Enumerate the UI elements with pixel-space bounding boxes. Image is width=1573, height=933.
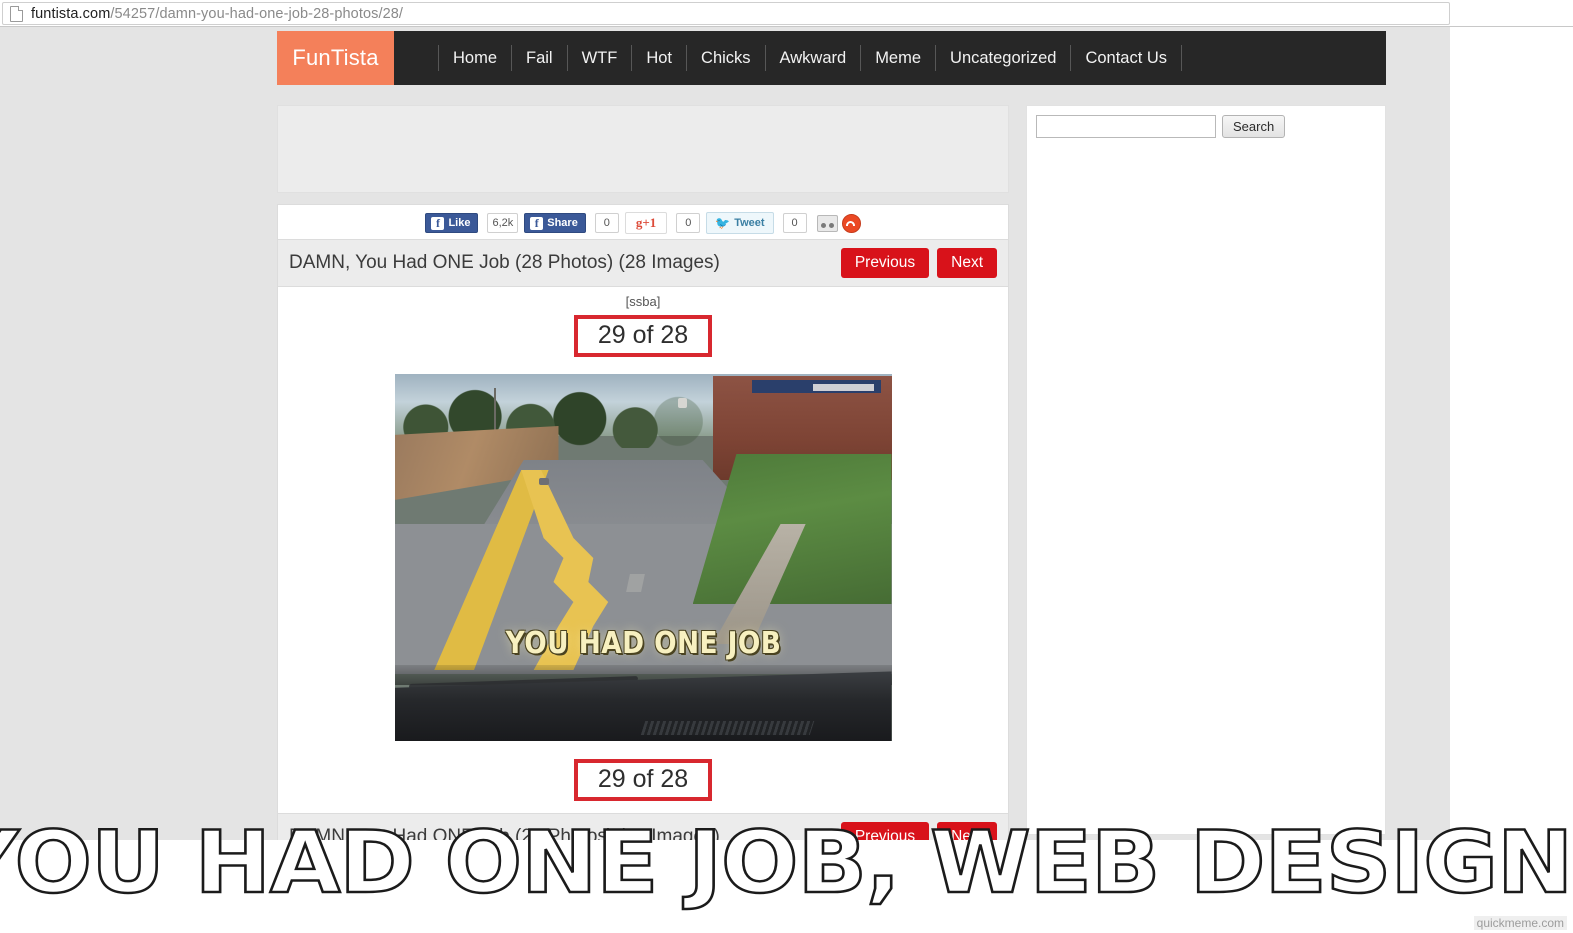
site-logo[interactable]: FunTista <box>277 31 394 85</box>
nav-item-hot[interactable]: Hot <box>632 45 688 71</box>
photo-distant-car <box>538 478 549 485</box>
google-plus-one-label: +1 <box>642 215 657 230</box>
search-input[interactable] <box>1036 115 1216 138</box>
nav-item-meme[interactable]: Meme <box>861 45 937 71</box>
facebook-share-count: 0 <box>594 213 619 233</box>
ad-placeholder <box>277 105 1009 193</box>
pagination-buttons: Previous Next <box>840 248 997 278</box>
quickmeme-watermark: quickmeme.com <box>1473 916 1567 930</box>
article-body: [ssba] 29 of 28 YOU HAD ONE JOB 29 of 28 <box>278 286 1008 813</box>
tweet-button[interactable]: 🐦 Tweet <box>706 212 774 234</box>
previous-button[interactable]: Previous <box>840 248 930 278</box>
nav-item-chicks[interactable]: Chicks <box>687 45 766 71</box>
nav-item-awkward[interactable]: Awkward <box>766 45 862 71</box>
post-title-bar: DAMN, You Had ONE Job (28 Photos) (28 Im… <box>278 239 1008 286</box>
tweet-count: 0 <box>782 213 807 233</box>
nav-item-fail[interactable]: Fail <box>512 45 568 71</box>
social-share-bar: f Like 6,2k f Share 0 g +1 0 🐦 Tweet 0 <box>278 205 1008 239</box>
facebook-like-button[interactable]: f Like <box>425 213 479 233</box>
image-counter-top: 29 of 28 <box>573 315 713 357</box>
next-button[interactable]: Next <box>937 248 997 278</box>
share-more-icon[interactable] <box>816 214 838 232</box>
facebook-icon: f <box>431 216 445 230</box>
facebook-share-button[interactable]: f Share <box>524 213 586 233</box>
nav-item-home[interactable]: Home <box>438 45 513 71</box>
facebook-like-count: 6,2k <box>487 213 519 233</box>
url-bar[interactable]: funtista.com/54257/damn-you-had-one-job-… <box>2 2 1450 25</box>
nav-item-contact-us[interactable]: Contact Us <box>1071 45 1183 71</box>
ssba-shortcode-text: [ssba] <box>625 294 661 309</box>
stumbleupon-icon[interactable] <box>841 213 861 233</box>
post-image[interactable]: YOU HAD ONE JOB <box>394 374 892 741</box>
nav-item-wtf[interactable]: WTF <box>568 45 633 71</box>
page-title: DAMN, You Had ONE Job (28 Photos) (28 Im… <box>289 252 720 273</box>
url-domain: funtista.com <box>31 5 111 22</box>
search-widget: Search <box>1036 115 1376 138</box>
photo-road-sign <box>677 398 687 408</box>
photo-defroster-vent <box>640 721 815 735</box>
url-path: /54257/damn-you-had-one-job-28-photos/28… <box>110 5 404 22</box>
browser-viewport: FunTista Home Fail WTF Hot Chicks Awkwar… <box>0 27 1450 840</box>
extra-share-icons <box>816 213 861 233</box>
viewport-right-gutter <box>1386 27 1450 840</box>
image-counter-bottom-wrapper: 29 of 28 <box>278 751 1008 813</box>
page-right-white-area <box>1450 27 1573 840</box>
facebook-share-label: Share <box>547 217 578 229</box>
google-plus-one-button[interactable]: g +1 <box>624 212 668 234</box>
image-counter-bottom: 29 of 28 <box>573 759 713 801</box>
main-column: f Like 6,2k f Share 0 g +1 0 🐦 Tweet 0 D… <box>277 105 1009 840</box>
post-image-wrapper: YOU HAD ONE JOB <box>278 374 1008 751</box>
tweet-label: Tweet <box>734 217 765 229</box>
site-header: FunTista Home Fail WTF Hot Chicks Awkwar… <box>277 31 1386 85</box>
browser-chrome: funtista.com/54257/damn-you-had-one-job-… <box>0 0 1573 27</box>
facebook-like-label: Like <box>448 217 471 229</box>
facebook-icon: f <box>530 216 544 230</box>
article-panel: f Like 6,2k f Share 0 g +1 0 🐦 Tweet 0 D… <box>277 204 1009 840</box>
main-navigation: Home Fail WTF Hot Chicks Awkward Meme Un… <box>438 31 1183 85</box>
meme-caption: YOU HAD ONE JOB, WEB DESIGNER! <box>0 813 1573 913</box>
nav-item-uncategorized[interactable]: Uncategorized <box>936 45 1072 71</box>
search-button[interactable]: Search <box>1222 115 1286 138</box>
twitter-bird-icon: 🐦 <box>715 216 731 230</box>
sidebar: Search <box>1026 105 1386 835</box>
document-icon <box>10 5 23 22</box>
google-plus-one-count: 0 <box>676 213 701 233</box>
photo-caption-text: YOU HAD ONE JOB <box>505 626 781 661</box>
url-text: funtista.com/54257/damn-you-had-one-job-… <box>31 6 403 22</box>
